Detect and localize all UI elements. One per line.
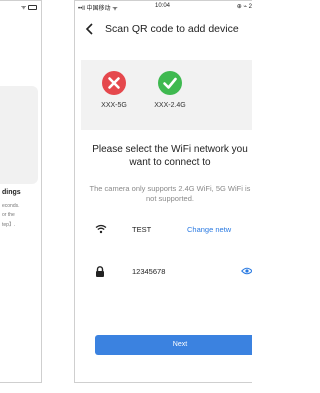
page-header: Scan QR code to add device bbox=[75, 19, 252, 41]
network-option-5g: XXX-5G bbox=[84, 70, 144, 109]
status-bar: ••ll 中国移动 ᯤ 10:04 ⊕ ⌁ 2 bbox=[75, 1, 252, 13]
ssid-value[interactable]: TEST bbox=[132, 225, 151, 234]
wifi-setup-phone: ••ll 中国移动 ᯤ 10:04 ⊕ ⌁ 2 Scan QR code to … bbox=[74, 0, 252, 383]
body-text-line: or the bbox=[2, 212, 15, 218]
network-label: XXX-2.4G bbox=[154, 102, 186, 109]
status-time: 10:04 bbox=[155, 3, 171, 9]
content-card bbox=[0, 86, 38, 184]
chevron-left-icon bbox=[85, 23, 93, 35]
lock-icon bbox=[96, 266, 104, 277]
next-button[interactable]: Next bbox=[95, 335, 252, 355]
wifi-icon bbox=[95, 224, 107, 234]
check-circle-icon bbox=[158, 71, 182, 95]
network-band-panel: XXX-5G XXX-2.4G bbox=[81, 60, 252, 130]
wifi-ssid-row: TEST Change netw bbox=[75, 222, 252, 238]
x-circle-icon bbox=[102, 71, 126, 95]
carrier-label: ••ll 中国移动 ᯤ bbox=[78, 6, 118, 12]
wifi-support-notice: The camera only supports 2.4G WiFi, 5G W… bbox=[89, 184, 251, 203]
network-option-2-4g: XXX-2.4G bbox=[140, 70, 200, 109]
status-bar-left: ᯤ bbox=[21, 3, 37, 11]
body-text-line: tep】. bbox=[2, 222, 16, 228]
back-button[interactable] bbox=[82, 21, 98, 37]
network-label: XXX-5G bbox=[101, 102, 127, 109]
wifi-icon: ᯤ bbox=[20, 5, 27, 11]
previous-screen-phone: ᯤ dings econds. or the tep】. bbox=[0, 0, 42, 383]
battery-icon bbox=[28, 4, 37, 10]
password-input[interactable]: 12345678 bbox=[132, 267, 165, 276]
section-heading: dings bbox=[2, 189, 21, 196]
status-indicators: ⊕ ⌁ 2 bbox=[236, 4, 252, 10]
page-title: Scan QR code to add device bbox=[105, 23, 239, 35]
change-network-link[interactable]: Change netw bbox=[187, 225, 231, 234]
eye-icon[interactable] bbox=[241, 266, 252, 276]
password-row: 12345678 bbox=[75, 264, 252, 280]
select-network-heading: Please select the WiFi network you want … bbox=[92, 144, 248, 168]
body-text-line: econds. bbox=[2, 203, 20, 209]
